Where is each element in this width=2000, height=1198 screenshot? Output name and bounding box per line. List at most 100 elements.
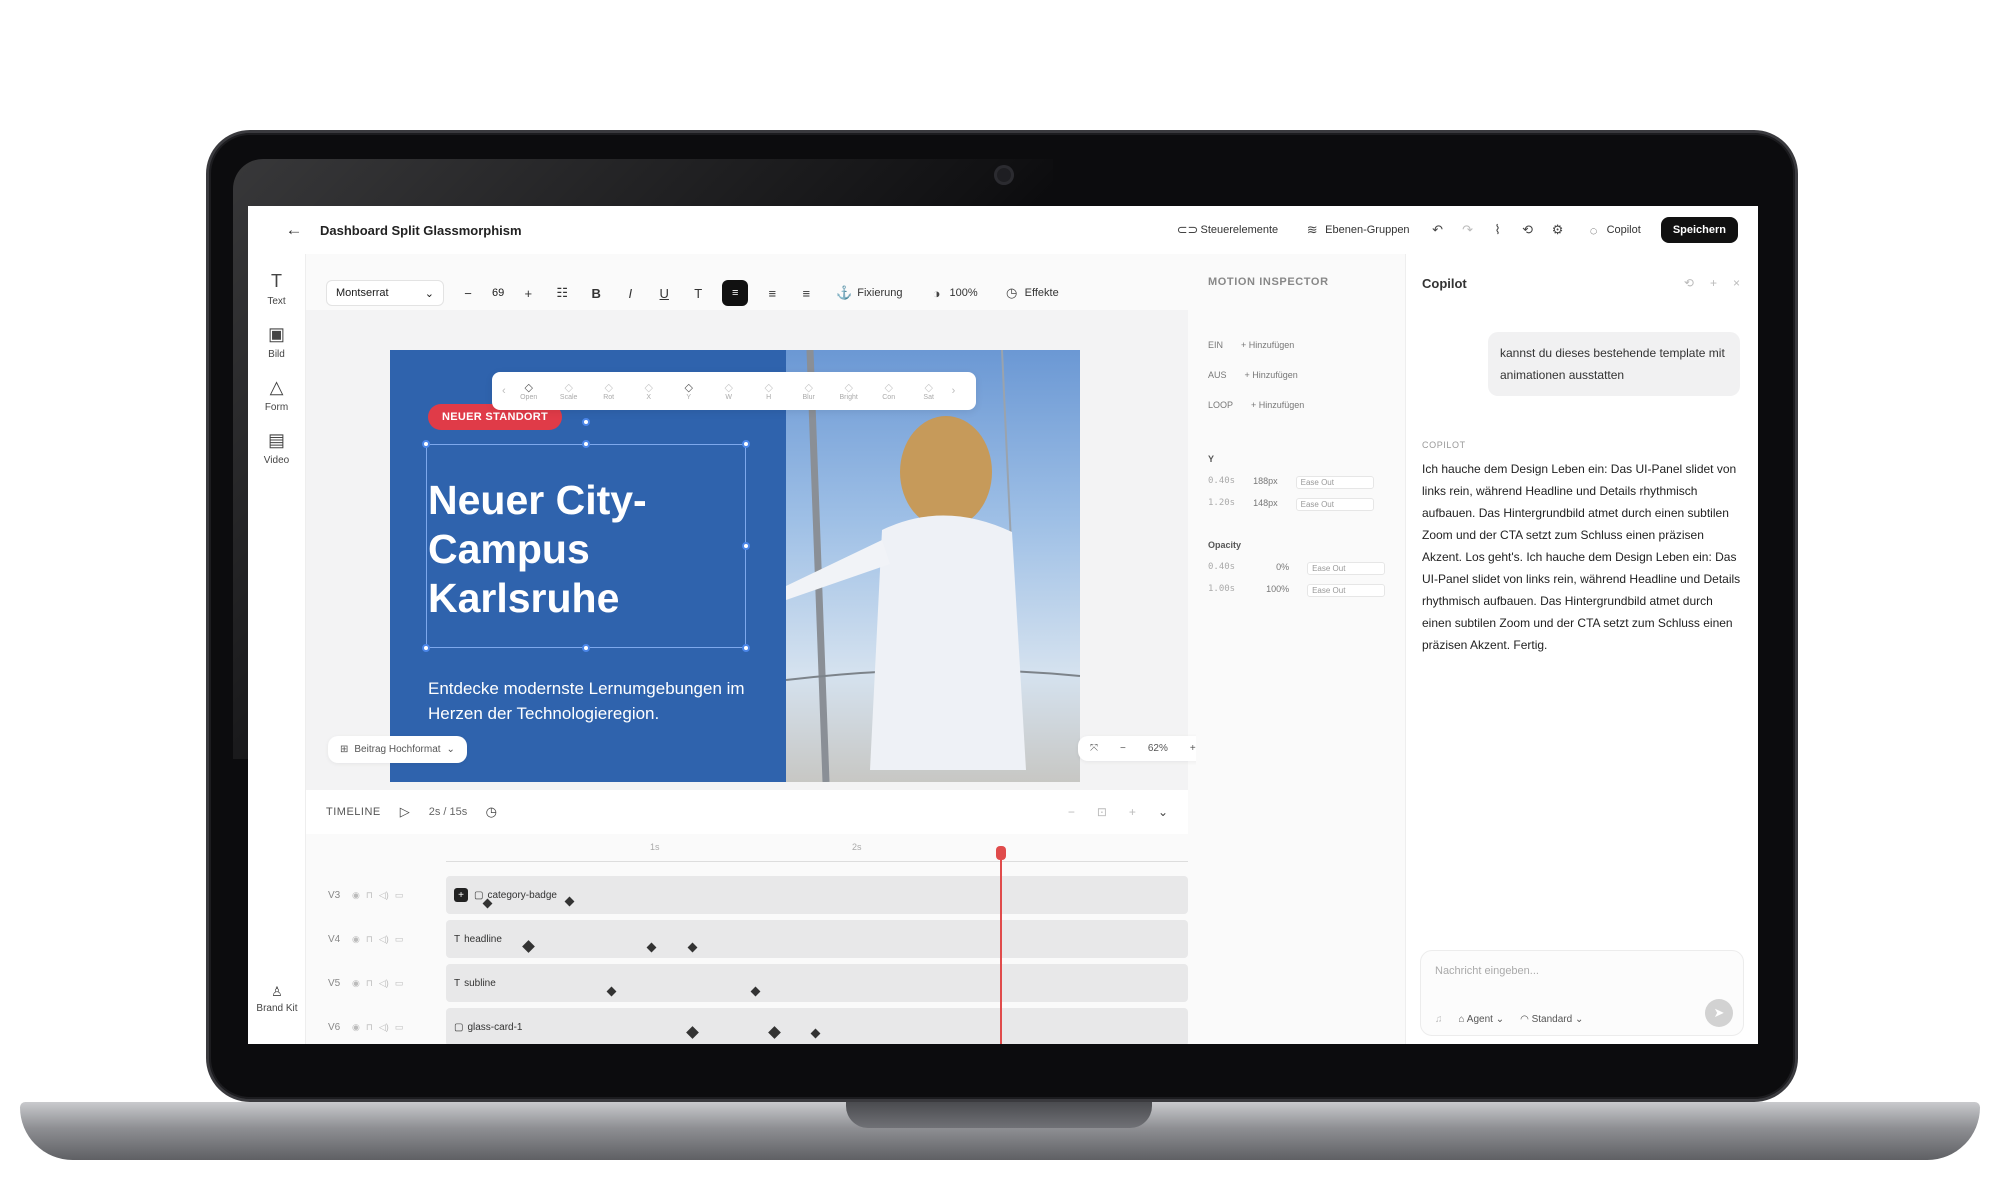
history-icon[interactable]: ⟲ bbox=[1520, 222, 1536, 238]
lock-icon[interactable]: ⊓ bbox=[366, 934, 373, 945]
send-button[interactable]: ➤ bbox=[1705, 999, 1733, 1027]
kf-value[interactable]: 100% bbox=[1253, 584, 1289, 597]
keyframe[interactable] bbox=[646, 942, 657, 953]
lock-icon[interactable]: ⊓ bbox=[366, 978, 373, 989]
track-clip[interactable]: Tsubline bbox=[446, 964, 1188, 1002]
anim-item[interactable]: ◇ Con bbox=[872, 381, 906, 401]
zoom-in-timeline-icon[interactable]: + bbox=[1129, 805, 1136, 819]
layer-groups-button[interactable]: ≋ Ebenen-Gruppen bbox=[1298, 218, 1415, 242]
anim-item[interactable]: ◇ Bright bbox=[832, 381, 866, 401]
keyframe[interactable] bbox=[686, 1026, 699, 1039]
align-right-icon[interactable]: ≡ bbox=[796, 286, 816, 301]
add-out-button[interactable]: + Hinzufügen bbox=[1245, 370, 1298, 380]
play-icon[interactable]: ▷ bbox=[397, 804, 413, 820]
close-icon[interactable]: × bbox=[1733, 276, 1740, 290]
anim-item[interactable]: ◇ Open bbox=[512, 381, 546, 401]
track-clip[interactable]: Theadline bbox=[446, 920, 1188, 958]
ease-select[interactable]: Ease Out bbox=[1295, 498, 1374, 511]
social-post-artboard[interactable]: NEUER STANDORT Neuer City-Campus Karlsru… bbox=[390, 350, 1080, 782]
fit-icon[interactable]: ⤧ bbox=[1090, 743, 1098, 754]
keyframe[interactable] bbox=[750, 986, 761, 997]
add-in-button[interactable]: + Hinzufügen bbox=[1241, 340, 1294, 350]
kf-value[interactable]: 0% bbox=[1253, 562, 1289, 575]
keyframe[interactable] bbox=[606, 986, 617, 997]
fit-timeline-icon[interactable]: ⊡ bbox=[1097, 805, 1107, 819]
font-size-value[interactable]: 69 bbox=[492, 287, 504, 299]
subline-text[interactable]: Entdecke modernste Lernumgebungen im Her… bbox=[428, 676, 758, 726]
effects-button[interactable]: ◷ Effekte bbox=[998, 281, 1065, 305]
text-case-icon[interactable]: T bbox=[688, 286, 708, 301]
y-keyframe-row[interactable]: 0.40s 188px Ease Out bbox=[1208, 476, 1374, 489]
anim-item[interactable]: ◇ Y bbox=[672, 381, 706, 401]
italic-icon[interactable]: I bbox=[620, 286, 640, 301]
clock-icon[interactable]: ◷ bbox=[483, 804, 499, 820]
align-left-icon[interactable]: ≡ bbox=[722, 280, 749, 306]
eye-icon[interactable]: ◉ bbox=[352, 1022, 360, 1033]
undo-icon[interactable]: ↶ bbox=[1430, 222, 1446, 238]
format-pill[interactable]: ⊞ Beitrag Hochformat ⌄ bbox=[328, 736, 467, 763]
lock-icon[interactable]: ⊓ bbox=[366, 890, 373, 901]
anim-item[interactable]: ◇ X bbox=[632, 381, 666, 401]
font-size-decrease[interactable]: − bbox=[458, 286, 478, 301]
in-row[interactable]: EIN + Hinzufügen bbox=[1208, 340, 1294, 350]
keyframe[interactable] bbox=[564, 896, 575, 907]
eye-icon[interactable]: ◉ bbox=[352, 890, 360, 901]
resize-handle[interactable] bbox=[582, 644, 590, 652]
fx-icon[interactable]: ▭ bbox=[395, 890, 404, 901]
font-family-select[interactable]: Montserrat ⌄ bbox=[326, 280, 444, 306]
anim-item[interactable]: ◇ Blur bbox=[792, 381, 826, 401]
anchor-button[interactable]: ⚓ Fixierung bbox=[830, 281, 908, 305]
audio-icon[interactable]: ◁) bbox=[379, 1022, 389, 1033]
keyframe[interactable] bbox=[687, 942, 698, 953]
fx-icon[interactable]: ▭ bbox=[395, 1022, 404, 1033]
new-chat-icon[interactable]: + bbox=[1710, 276, 1717, 290]
back-arrow-icon[interactable]: ← bbox=[280, 216, 308, 244]
rail-item-shapes[interactable]: △ Form bbox=[248, 376, 305, 414]
track-clip[interactable]: ▢ glass-card-1 bbox=[446, 1008, 1188, 1044]
message-input[interactable]: Nachricht eingeben... bbox=[1435, 965, 1539, 977]
brand-kit-button[interactable]: ♙ Brand Kit bbox=[248, 984, 306, 1014]
font-size-increase[interactable]: + bbox=[518, 286, 538, 301]
microphone-icon[interactable]: ♫ bbox=[1435, 1014, 1443, 1025]
ease-select[interactable]: Ease Out bbox=[1295, 476, 1374, 489]
fx-icon[interactable]: ▭ bbox=[395, 934, 404, 945]
zoom-out-timeline-icon[interactable]: − bbox=[1068, 805, 1075, 819]
anim-item[interactable]: ◇ W bbox=[712, 381, 746, 401]
attach-icon[interactable]: ⌇ bbox=[1490, 222, 1506, 238]
save-button[interactable]: Speichern bbox=[1660, 217, 1738, 243]
rail-item-image[interactable]: ▣ Bild bbox=[248, 323, 305, 361]
audio-icon[interactable]: ◁) bbox=[379, 934, 389, 945]
underline-icon[interactable]: U bbox=[654, 286, 674, 301]
opacity-keyframe-row[interactable]: 0.40s 0% Ease Out bbox=[1208, 562, 1386, 575]
ease-select[interactable]: Ease Out bbox=[1307, 562, 1386, 575]
bold-icon[interactable]: B bbox=[586, 286, 606, 301]
opacity-button[interactable]: ◑ 100% bbox=[923, 281, 984, 305]
playhead[interactable] bbox=[1000, 852, 1002, 1044]
controls-button[interactable]: ⊂⊃ Steuerelemente bbox=[1173, 218, 1284, 242]
time-ruler[interactable]: 1s 2s bbox=[446, 838, 1188, 862]
rotate-handle[interactable] bbox=[582, 418, 590, 426]
kf-value[interactable]: 188px bbox=[1253, 476, 1278, 489]
rail-item-text[interactable]: T Text bbox=[248, 270, 305, 308]
track-clip[interactable]: + ▢ category-badge bbox=[446, 876, 1188, 914]
add-loop-button[interactable]: + Hinzufügen bbox=[1251, 400, 1304, 410]
keyframe[interactable] bbox=[522, 940, 535, 953]
anim-item[interactable]: ◇ Rot bbox=[592, 381, 626, 401]
history-icon[interactable]: ⟲ bbox=[1684, 276, 1694, 290]
align-center-icon[interactable]: ≡ bbox=[762, 286, 782, 301]
line-spacing-icon[interactable]: ☷ bbox=[552, 285, 572, 301]
kf-value[interactable]: 148px bbox=[1253, 498, 1278, 511]
redo-icon[interactable]: ↷ bbox=[1460, 222, 1476, 238]
resize-handle[interactable] bbox=[582, 440, 590, 448]
opacity-keyframe-row[interactable]: 1.00s 100% Ease Out bbox=[1208, 584, 1386, 597]
playhead-handle[interactable] bbox=[996, 846, 1006, 860]
resize-handle[interactable] bbox=[742, 644, 750, 652]
resize-handle[interactable] bbox=[422, 644, 430, 652]
loop-row[interactable]: LOOP + Hinzufügen bbox=[1208, 400, 1304, 410]
ease-select[interactable]: Ease Out bbox=[1307, 584, 1386, 597]
eye-icon[interactable]: ◉ bbox=[352, 978, 360, 989]
chevron-left-icon[interactable]: ‹ bbox=[502, 385, 506, 397]
keyframe[interactable] bbox=[810, 1028, 821, 1039]
y-section-header[interactable]: Y bbox=[1208, 454, 1214, 464]
keyframe[interactable] bbox=[768, 1026, 781, 1039]
